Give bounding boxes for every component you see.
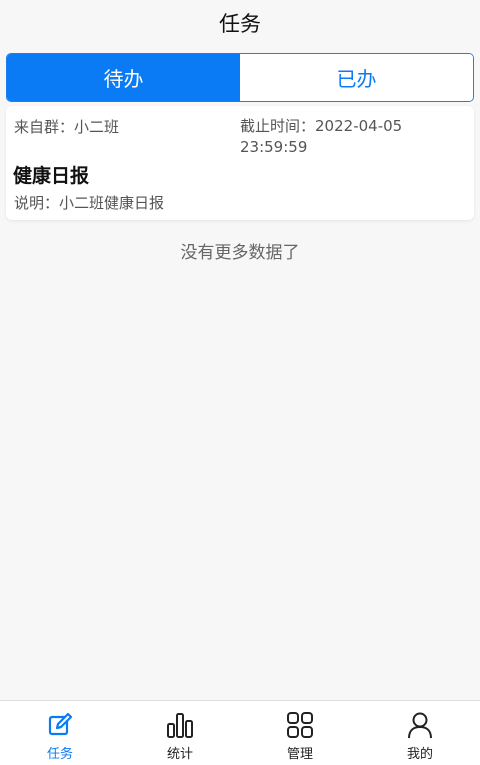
tabbar-label: 任务: [46, 747, 73, 762]
tabbar-item-me[interactable]: 我的: [360, 701, 480, 765]
bar-chart-icon: [167, 713, 193, 738]
tab-done[interactable]: 已办: [240, 54, 473, 101]
tabbar-item-manage[interactable]: 管理: [240, 701, 360, 765]
tab-todo[interactable]: 待办: [7, 54, 240, 101]
tabbar-label: 我的: [406, 747, 433, 762]
tabbar-label: 统计: [166, 747, 193, 762]
grid-icon: [287, 712, 313, 738]
task-source-group: 来自群：小二班: [14, 118, 120, 136]
tabbar-item-stats[interactable]: 统计: [120, 701, 240, 765]
task-deadline: 截止时间：2022-04-05 23:59:59: [240, 116, 440, 158]
task-title: 健康日报: [13, 165, 90, 187]
deadline-label: 截止时间：: [240, 117, 316, 135]
task-card[interactable]: 来自群：小二班 截止时间：2022-04-05 23:59:59 健康日报 说明…: [6, 106, 474, 220]
edit-icon: [48, 712, 73, 736]
tabbar-label: 管理: [286, 747, 313, 762]
bottom-tab-bar: 任务 统计 管理 我的: [0, 700, 480, 765]
page-title: 任务: [0, 0, 480, 46]
tabbar-item-tasks[interactable]: 任务: [0, 701, 120, 765]
user-icon: [408, 712, 432, 739]
task-description: 说明：小二班健康日报: [14, 194, 165, 212]
no-more-data-text: 没有更多数据了: [180, 243, 300, 263]
status-segmented-control: 待办 已办: [6, 53, 474, 102]
